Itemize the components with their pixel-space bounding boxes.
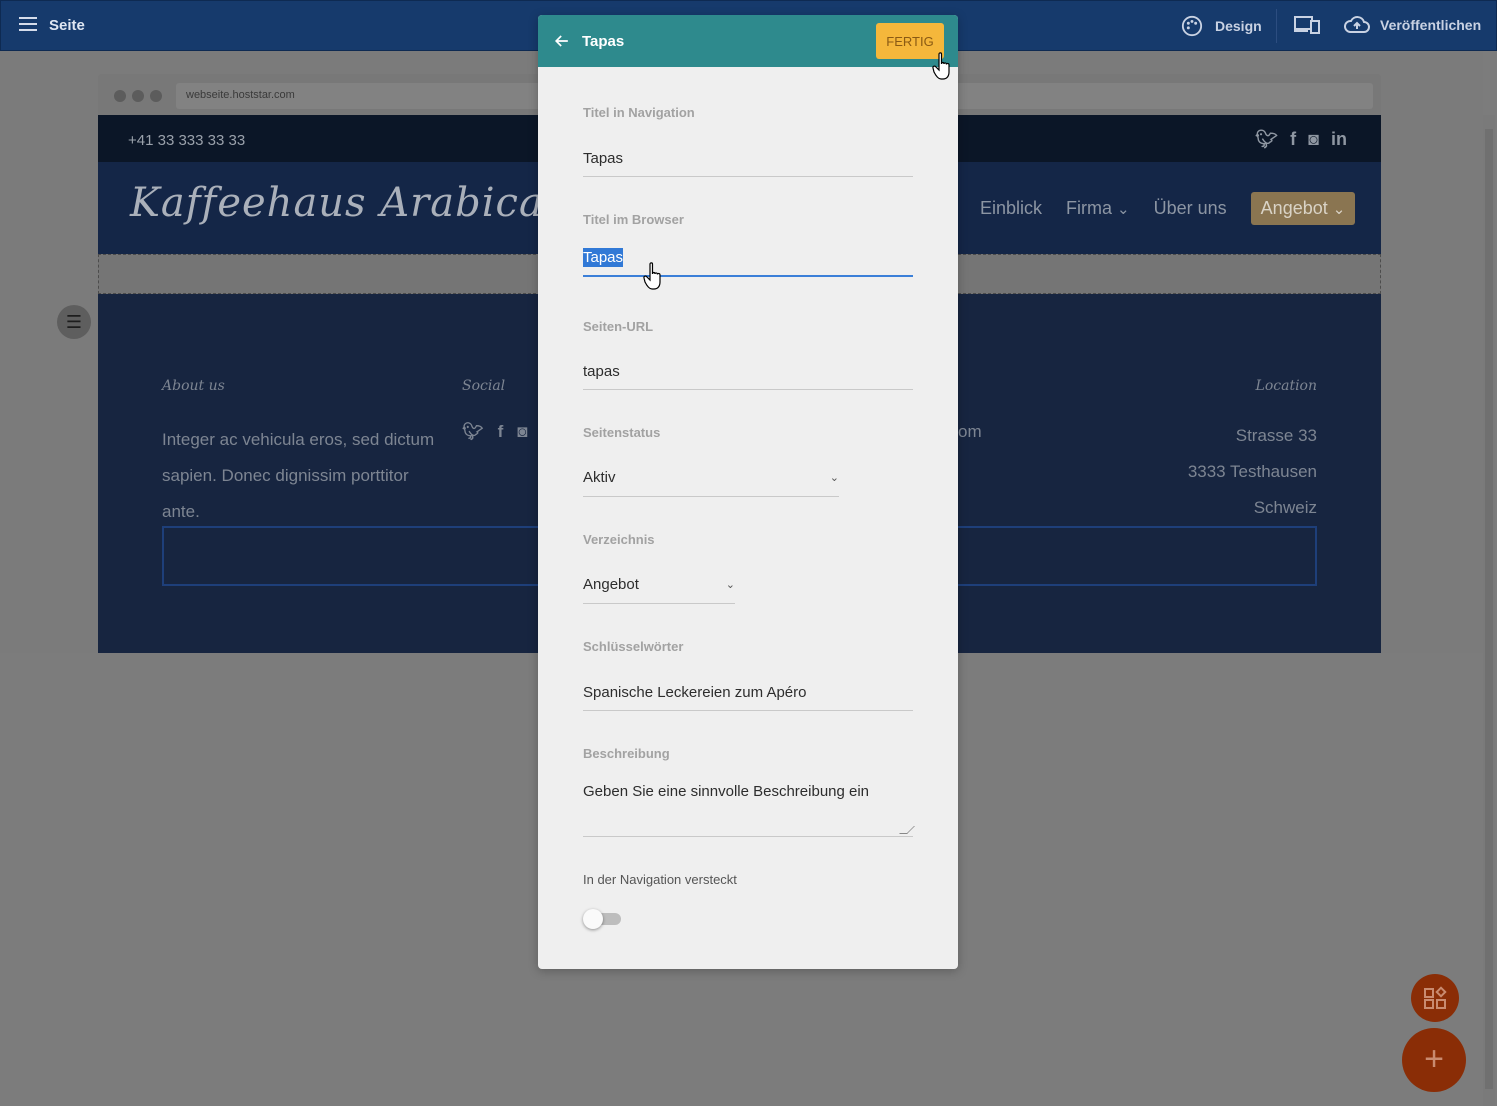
footer-location: Strasse 33 3333 Testhausen Schweiz — [1188, 418, 1317, 526]
design-label: Design — [1215, 18, 1262, 34]
description-placeholder: Geben Sie eine sinnvolle Beschreibung ei… — [583, 783, 870, 800]
footer-about-heading: About us — [162, 378, 225, 394]
footer-social-icons: 🐦︎ f ◙ — [462, 422, 528, 442]
resize-handle-icon[interactable] — [899, 826, 915, 834]
widgets-button[interactable] — [1411, 974, 1459, 1022]
nav-item-angebot[interactable]: Angebot ⌄ — [1250, 192, 1356, 225]
instagram-icon[interactable]: ◙ — [517, 422, 527, 442]
facebook-icon[interactable]: f — [1290, 129, 1296, 150]
add-button[interactable]: + — [1402, 1028, 1466, 1092]
plus-icon: + — [1424, 1040, 1444, 1078]
scrollbar-thumb[interactable] — [1485, 129, 1493, 1089]
sliders-icon[interactable]: ☰ — [57, 305, 91, 339]
directory-label: Verzeichnis — [583, 532, 655, 547]
footer-location-heading: Location — [1255, 378, 1317, 394]
nav-title-input[interactable] — [583, 141, 913, 177]
address-country: Schweiz — [1253, 498, 1317, 517]
browser-title-label: Titel im Browser — [583, 212, 684, 227]
devices-icon[interactable] — [1294, 15, 1320, 40]
cloud-upload-icon — [1344, 16, 1370, 33]
nav-item-firma[interactable]: Firma ⌄ — [1066, 198, 1130, 219]
site-logo[interactable]: Kaffeehaus Arabica — [130, 180, 544, 226]
hamburger-icon[interactable] — [19, 17, 37, 31]
status-select[interactable]: Aktiv ⌄ — [583, 461, 839, 497]
publish-button[interactable]: Veröffentlichen — [1344, 15, 1481, 35]
toggle-knob — [583, 909, 603, 929]
directory-select[interactable]: Angebot ⌄ — [583, 568, 735, 604]
divider — [1276, 9, 1277, 43]
hand-cursor-icon — [932, 52, 950, 80]
status-label: Seitenstatus — [583, 425, 661, 440]
directory-value: Angebot — [583, 576, 639, 593]
footer-social-heading: Social — [462, 378, 506, 394]
chevron-down-icon: ⌄ — [725, 579, 735, 591]
widgets-icon — [1424, 986, 1447, 1009]
description-label: Beschreibung — [583, 746, 670, 761]
nav-item-ueber-uns[interactable]: Über uns — [1154, 198, 1227, 219]
arrow-left-icon[interactable] — [552, 31, 572, 51]
design-button[interactable]: Design — [1181, 15, 1262, 37]
nav-title-label: Titel in Navigation — [583, 105, 695, 120]
dialog-header: Tapas FERTIG — [538, 15, 958, 67]
instagram-icon[interactable]: ◙ — [1308, 129, 1319, 150]
palette-icon — [1181, 15, 1203, 37]
site-phone: +41 33 333 33 33 — [128, 132, 246, 149]
window-dots — [114, 90, 162, 102]
social-icons-top: 🐦︎ f ◙ in — [1255, 129, 1347, 150]
page-settings-dialog: Tapas FERTIG Titel in Navigation Titel i… — [538, 15, 958, 969]
description-textarea[interactable]: Geben Sie eine sinnvolle Beschreibung ei… — [583, 775, 915, 837]
address-street: Strasse 33 — [1235, 426, 1317, 445]
nav-item-einblick[interactable]: Einblick — [980, 198, 1042, 219]
address-city: 3333 Testhausen — [1187, 462, 1317, 481]
dialog-title: Tapas — [582, 33, 625, 50]
twitter-icon[interactable]: 🐦︎ — [1255, 129, 1278, 150]
footer-about-text: Integer ac vehicula eros, sed dictum sap… — [162, 430, 435, 521]
publish-label: Veröffentlichen — [1380, 17, 1482, 33]
keywords-input[interactable] — [583, 675, 913, 711]
hidden-in-nav-label: In der Navigation versteckt — [583, 872, 737, 887]
chevron-down-icon: ⌄ — [829, 472, 839, 484]
facebook-icon[interactable]: f — [498, 422, 504, 442]
url-label: Seiten-URL — [583, 319, 654, 334]
selected-text: Tapas — [583, 248, 624, 267]
browser-title-input[interactable]: Tapas — [583, 241, 913, 277]
site-nav: Einblick Firma ⌄ Über uns Angebot ⌄ — [980, 192, 1356, 225]
status-value: Aktiv — [583, 469, 616, 486]
footer-mail-fragment: om — [958, 422, 982, 441]
linkedin-icon[interactable]: in — [1331, 129, 1347, 150]
hand-cursor-icon — [643, 262, 661, 290]
scrollbar[interactable] — [1483, 115, 1495, 1106]
twitter-icon[interactable]: 🐦︎ — [462, 422, 484, 442]
page-menu-label[interactable]: Seite — [49, 17, 85, 34]
keywords-label: Schlüsselwörter — [583, 639, 684, 654]
url-input[interactable] — [583, 354, 913, 390]
hidden-in-nav-toggle[interactable] — [583, 909, 621, 929]
